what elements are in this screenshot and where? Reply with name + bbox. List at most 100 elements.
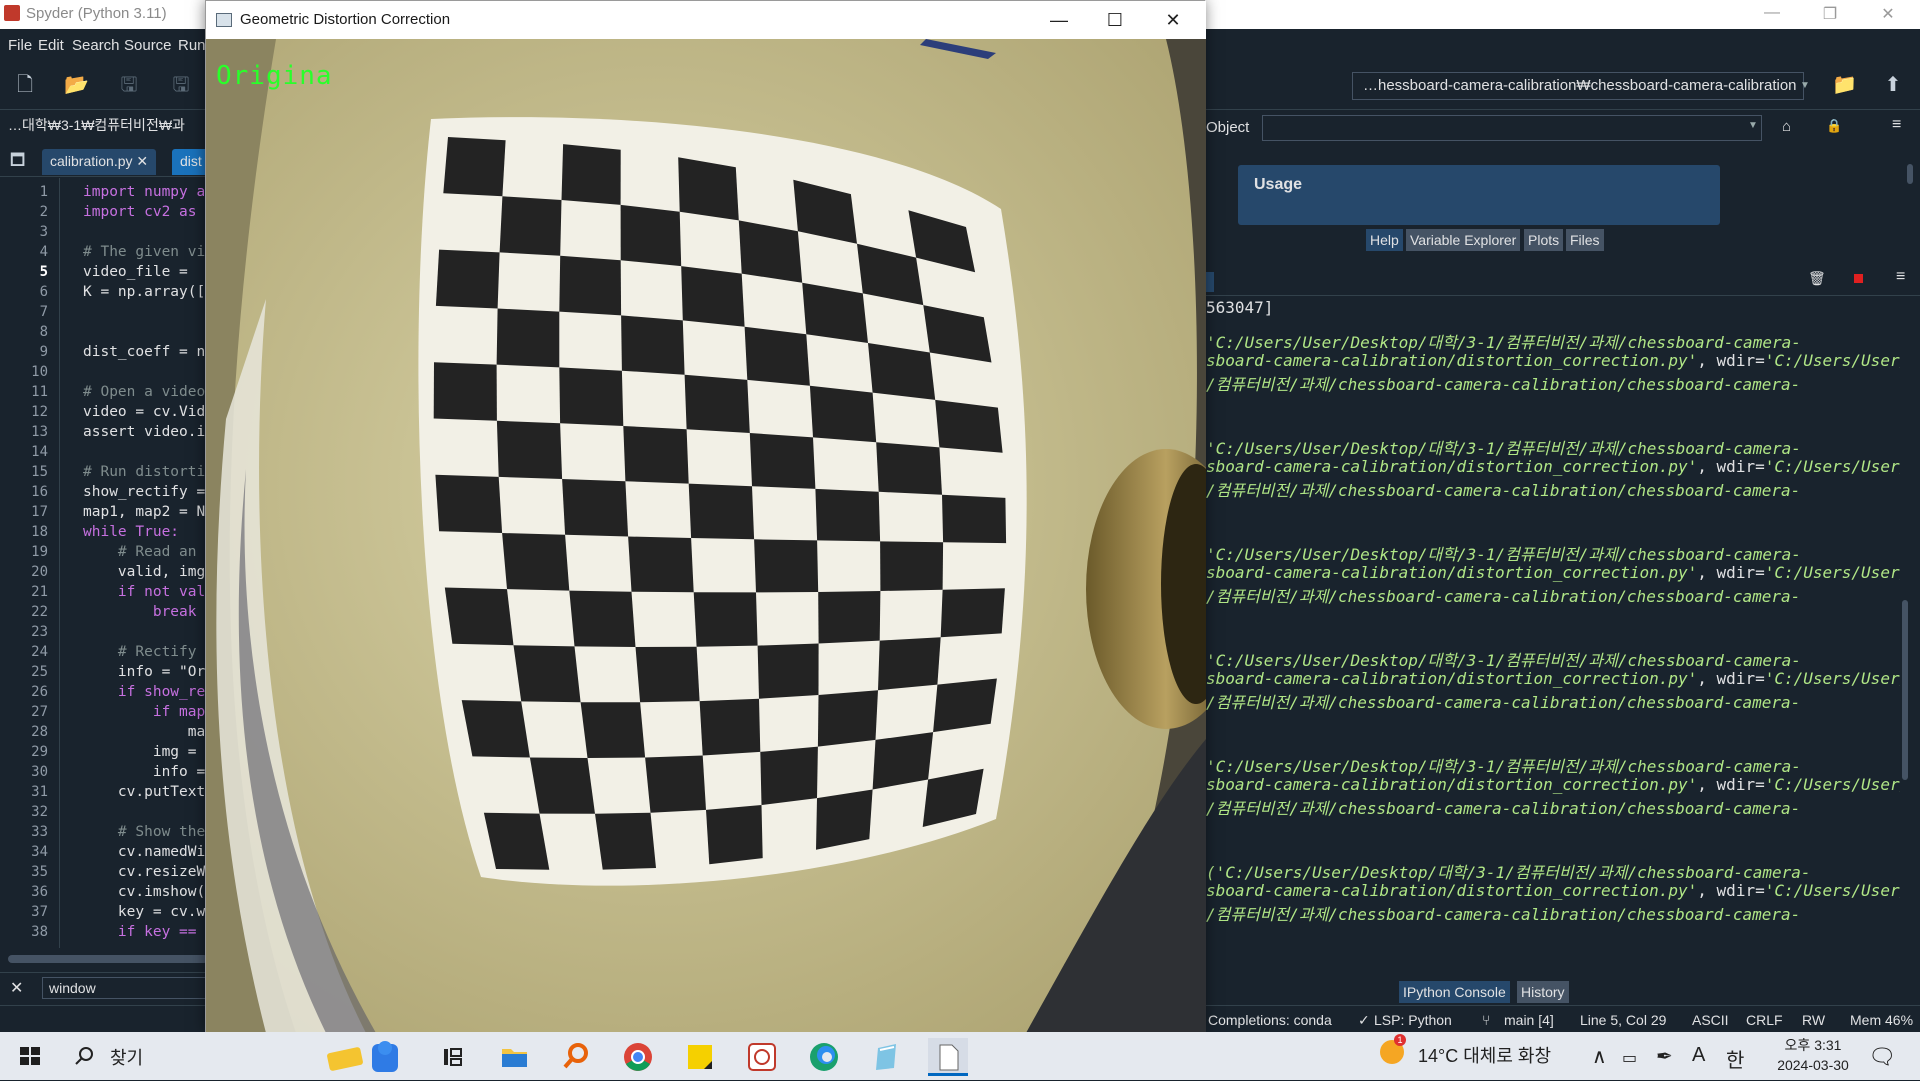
chessboard-square xyxy=(559,367,624,426)
spyder-app-icon[interactable] xyxy=(742,1038,782,1076)
code-line: cv.namedWi xyxy=(83,844,206,860)
python-window-icon[interactable] xyxy=(928,1038,968,1076)
console-line: sboard-camera-calibration/distortion_cor… xyxy=(1206,881,1900,900)
chessboard-square xyxy=(620,204,682,267)
save-icon[interactable]: 🖫 xyxy=(118,74,140,96)
minimize-icon[interactable]: — xyxy=(1752,4,1792,22)
console-line: sboard-camera-calibration/distortion_cor… xyxy=(1206,775,1900,794)
restore-icon[interactable]: ❐ xyxy=(1810,4,1850,24)
line-number: 23 xyxy=(31,624,48,640)
chessboard-square xyxy=(496,308,560,368)
line-number: 20 xyxy=(31,564,48,580)
chevron-down-icon[interactable]: ▼ xyxy=(1800,72,1814,100)
console-line: sboard-camera-calibration/distortion_cor… xyxy=(1206,669,1900,688)
line-number: 36 xyxy=(31,884,48,900)
chessboard-square xyxy=(757,643,819,699)
line-number: 8 xyxy=(39,324,48,340)
chessboard-square xyxy=(809,385,877,443)
console-scrollbar-thumb[interactable] xyxy=(1902,600,1908,780)
console-tab-edge[interactable] xyxy=(1206,272,1214,292)
tab-files[interactable]: Files xyxy=(1566,229,1604,251)
chessboard-square xyxy=(444,587,514,646)
tab-plots[interactable]: Plots xyxy=(1524,229,1564,251)
edge-icon[interactable] xyxy=(804,1038,844,1076)
battery-icon[interactable]: ▭ xyxy=(1622,1048,1637,1068)
tab-variable-explorer[interactable]: Variable Explorer xyxy=(1406,229,1521,251)
chevron-up-icon[interactable]: ∧ xyxy=(1592,1044,1607,1069)
menu-run[interactable]: Run xyxy=(178,37,206,54)
line-number: 15 xyxy=(31,464,48,480)
editor-horizontal-scrollbar[interactable] xyxy=(8,955,208,963)
tab-ipython-console[interactable]: IPython Console xyxy=(1399,981,1510,1003)
chessboard-square xyxy=(678,157,739,221)
menu-search[interactable]: Search xyxy=(72,37,120,54)
parent-dir-icon[interactable]: ⬆ xyxy=(1882,74,1904,96)
console-line: sboard-camera-calibration/distortion_cor… xyxy=(1206,351,1900,370)
browse-tabs-icon[interactable]: 🗖 xyxy=(10,149,25,176)
browse-folder-icon[interactable]: 📁 xyxy=(1832,74,1857,96)
sticky-notes-icon[interactable] xyxy=(680,1038,720,1076)
ipython-console[interactable]: 563047] 'C:/Users/User/Desktop/대학/3-1/컴퓨… xyxy=(1206,296,1900,978)
camera-frame: Origina xyxy=(206,39,1206,1033)
console-line: /컴퓨터비전/과제/chessboard-camera-calibration/… xyxy=(1206,587,1801,606)
save-all-icon[interactable]: 🖫 xyxy=(170,74,192,96)
new-file-icon[interactable]: 🗋 xyxy=(14,74,36,96)
code-editor[interactable]: 1 2 3 4 5 6 7 8 9 10 11 12 13 14 15 16 17 18 19 20 21 22 23 24 2… xyxy=(0,178,210,948)
home-icon[interactable]: ⌂ xyxy=(1782,118,1791,135)
minimize-icon[interactable]: — xyxy=(1036,7,1082,33)
code-line: break xyxy=(83,604,197,620)
chrome-icon[interactable] xyxy=(618,1038,658,1076)
search-app-icon[interactable] xyxy=(556,1038,596,1076)
chessboard-square xyxy=(688,483,755,540)
chevron-down-icon[interactable]: ▼ xyxy=(1748,120,1758,131)
options-menu-icon[interactable]: ≡ xyxy=(1896,268,1905,286)
code-line: video_file = xyxy=(83,264,188,280)
notification-center-icon[interactable]: 🗨 xyxy=(1868,1044,1896,1070)
object-input[interactable] xyxy=(1262,115,1762,141)
chessboard-square xyxy=(580,702,646,758)
taskbar-clock[interactable]: 오후 3:31 2024-03-30 xyxy=(1768,1035,1858,1075)
menu-edit[interactable]: Edit xyxy=(38,37,64,54)
windows-start-icon[interactable] xyxy=(10,1040,50,1072)
lock-icon[interactable]: 🔒 xyxy=(1826,118,1842,134)
task-view-icon[interactable] xyxy=(432,1038,472,1076)
console-line: /컴퓨터비전/과제/chessboard-camera-calibration/… xyxy=(1206,693,1801,712)
opencv-titlebar[interactable]: Geometric Distortion Correction — ☐ ✕ xyxy=(206,1,1206,39)
line-number: 26 xyxy=(31,684,48,700)
clock-time: 오후 3:31 xyxy=(1784,1037,1842,1053)
clear-console-icon[interactable]: 🗑 xyxy=(1808,270,1826,287)
tab-history[interactable]: History xyxy=(1517,981,1569,1003)
notepad-app-icon[interactable] xyxy=(866,1038,906,1076)
find-input[interactable]: window xyxy=(42,977,210,999)
checkmark-icon: ✓ xyxy=(1358,1012,1370,1028)
options-menu-icon[interactable]: ≡ xyxy=(1892,116,1901,134)
tab-calibration[interactable]: calibration.py ✕ xyxy=(42,149,157,175)
open-folder-icon[interactable]: 📂 xyxy=(64,74,89,96)
opencv-window[interactable]: Geometric Distortion Correction — ☐ ✕ Or… xyxy=(205,0,1206,1033)
stop-icon[interactable] xyxy=(1854,274,1863,283)
ime-mode-han[interactable]: 한 xyxy=(1726,1044,1744,1073)
close-find-icon[interactable]: ✕ xyxy=(10,978,23,998)
chessboard-square xyxy=(935,399,1003,453)
tab-help[interactable]: Help xyxy=(1366,229,1403,251)
help-scrollbar[interactable] xyxy=(1906,150,1914,222)
menu-file[interactable]: File xyxy=(8,37,32,54)
menu-source[interactable]: Source xyxy=(124,37,172,54)
maximize-icon[interactable]: ☐ xyxy=(1092,7,1138,33)
close-icon[interactable]: ✕ xyxy=(1868,4,1908,24)
console-line: 563047] xyxy=(1206,298,1274,317)
line-number: 1 xyxy=(39,184,48,200)
console-line: /컴퓨터비전/과제/chessboard-camera-calibration/… xyxy=(1206,481,1801,500)
close-icon[interactable]: ✕ xyxy=(1150,7,1196,33)
ime-mode-a[interactable]: A xyxy=(1692,1044,1705,1067)
file-explorer-icon[interactable] xyxy=(494,1038,534,1076)
code-line: ma xyxy=(83,724,206,740)
tab-close-icon[interactable]: ✕ xyxy=(136,153,148,169)
chessboard-square xyxy=(749,433,816,489)
code-line: video = cv.Vid xyxy=(83,404,206,420)
line-number: 21 xyxy=(31,584,48,600)
search-highlight-icon xyxy=(322,1036,418,1076)
working-directory-input[interactable]: …hessboard-camera-calibration₩chessboard… xyxy=(1352,72,1804,100)
line-number: 13 xyxy=(31,424,48,440)
pen-icon[interactable]: ✒ xyxy=(1656,1044,1673,1069)
